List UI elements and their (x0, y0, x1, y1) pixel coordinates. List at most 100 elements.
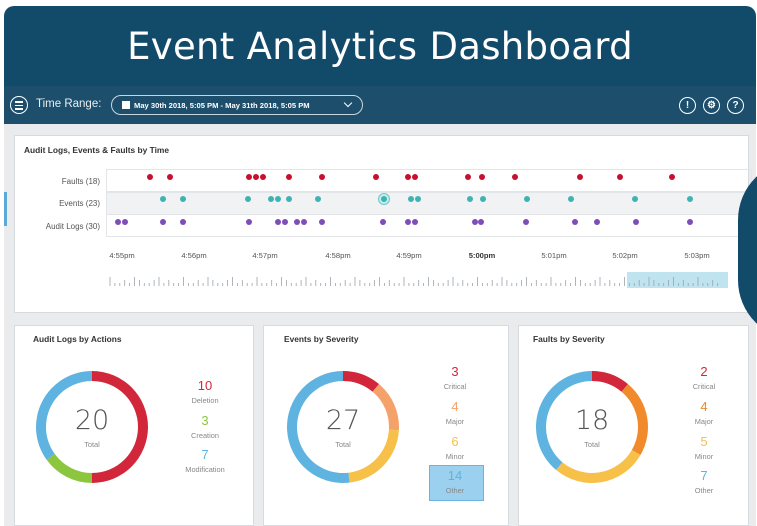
chevron-down-icon (343, 98, 353, 108)
event-dot[interactable] (524, 196, 530, 202)
timeline-panel-title: Audit Logs, Events & Faults by Time (24, 145, 170, 155)
time-range-dropdown[interactable]: May 30th 2018, 5:05 PM - May 31th 2018, … (111, 95, 363, 115)
fault-dot[interactable] (253, 174, 259, 180)
audit-dot[interactable] (282, 219, 288, 225)
audit-dot[interactable] (319, 219, 325, 225)
audit-dot[interactable] (594, 219, 600, 225)
audit-dot[interactable] (633, 219, 639, 225)
fault-dot[interactable] (373, 174, 379, 180)
event-dot[interactable] (687, 196, 693, 202)
event-dot[interactable] (480, 196, 486, 202)
event-dot[interactable] (180, 196, 186, 202)
tick-label: 5:02pm (612, 251, 638, 260)
fault-dot[interactable] (577, 174, 583, 180)
legend-label: Other (445, 486, 465, 495)
fault-dot[interactable] (412, 174, 418, 180)
fault-dot[interactable] (167, 174, 173, 180)
legend-label: Critical (443, 382, 467, 391)
event-dot[interactable] (415, 196, 421, 202)
menu-icon[interactable] (10, 96, 28, 114)
audit-dot[interactable] (523, 219, 529, 225)
event-dot[interactable] (408, 196, 414, 202)
fault-dot[interactable] (479, 174, 485, 180)
time-range-value: May 30th 2018, 5:05 PM - May 31th 2018, … (134, 100, 310, 110)
legend-value: 7 (700, 468, 708, 483)
tick-label: 4:56pm (181, 251, 207, 260)
audit-dot[interactable] (180, 219, 186, 225)
alert-glyph: ! (685, 100, 690, 111)
legend-value: 6 (451, 434, 459, 449)
alert-icon[interactable]: ! (679, 97, 696, 114)
app-header: Time Range: May 30th 2018, 5:05 PM - May… (4, 86, 756, 124)
time-range-label: Time Range: (36, 98, 102, 110)
legend-label: Minor (694, 452, 714, 461)
event-dot[interactable] (568, 196, 574, 202)
audit-actions-title: Audit Logs by Actions (33, 334, 122, 344)
tick-label: 4:59pm (396, 251, 422, 260)
audit-dot[interactable] (380, 219, 386, 225)
audit-dot[interactable] (572, 219, 578, 225)
fault-dot[interactable] (512, 174, 518, 180)
donut-slice-minor[interactable] (348, 429, 399, 483)
fault-dot[interactable] (405, 174, 411, 180)
fault-dot[interactable] (319, 174, 325, 180)
fault-dot[interactable] (260, 174, 266, 180)
help-glyph: ? (732, 100, 739, 111)
donut-slice-creation[interactable] (46, 454, 92, 483)
legend-label: Other (694, 486, 714, 495)
legend-label: Critical (692, 382, 716, 391)
fault-dot[interactable] (286, 174, 292, 180)
row-label-faults: Faults (18) (61, 177, 100, 186)
faults-total-label: Total (584, 440, 600, 449)
help-icon[interactable]: ? (727, 97, 744, 114)
fault-dot[interactable] (465, 174, 471, 180)
gear-icon[interactable]: ⚙ (703, 97, 720, 114)
audit-dot[interactable] (294, 219, 300, 225)
donut-slice-critical[interactable] (592, 371, 628, 392)
audit-dot[interactable] (246, 219, 252, 225)
event-dot[interactable] (275, 196, 281, 202)
event-dot[interactable] (286, 196, 292, 202)
audit-dot[interactable] (412, 219, 418, 225)
event-dot[interactable] (632, 196, 638, 202)
audit-dot[interactable] (275, 219, 281, 225)
event-dot[interactable] (268, 196, 274, 202)
audit-dot[interactable] (405, 219, 411, 225)
row-label-audit-logs: Audit Logs (30) (45, 222, 100, 231)
audit-dot[interactable] (301, 219, 307, 225)
tick-label: 4:55pm (109, 251, 135, 260)
tick-label: 5:01pm (541, 251, 567, 260)
fault-dot[interactable] (246, 174, 252, 180)
audit-dot[interactable] (478, 219, 484, 225)
donut-slice-minor[interactable] (556, 450, 641, 483)
audit-dot[interactable] (122, 219, 128, 225)
audit-dot[interactable] (160, 219, 166, 225)
event-dot[interactable] (467, 196, 473, 202)
fault-dot[interactable] (617, 174, 623, 180)
tick-label: 4:57pm (252, 251, 278, 260)
audit-total-label: Total (84, 440, 100, 449)
donut-slice-critical[interactable] (343, 371, 379, 392)
calendar-icon (122, 101, 130, 109)
legend-value: 4 (700, 399, 708, 414)
title-banner: Event Analytics Dashboard (4, 6, 756, 86)
page-title: Event Analytics Dashboard (127, 24, 633, 68)
legend-label: Major (694, 417, 714, 426)
audit-dot[interactable] (687, 219, 693, 225)
fault-dot[interactable] (669, 174, 675, 180)
event-dot[interactable] (160, 196, 166, 202)
legend-value: 4 (451, 399, 459, 414)
legend-value: 14 (447, 468, 463, 483)
legend-label: Modification (185, 465, 225, 474)
audit-dot[interactable] (115, 219, 121, 225)
time-brush-axis[interactable] (108, 272, 728, 288)
legend-label: Creation (191, 431, 219, 440)
events-severity-title: Events by Severity (284, 334, 359, 344)
faults-total: 18 (574, 405, 610, 436)
gear-glyph: ⚙ (707, 100, 716, 111)
event-dot[interactable] (381, 196, 387, 202)
event-dot[interactable] (315, 196, 321, 202)
fault-dot[interactable] (147, 174, 153, 180)
event-dot[interactable] (245, 196, 251, 202)
legend-value: 2 (700, 364, 708, 379)
